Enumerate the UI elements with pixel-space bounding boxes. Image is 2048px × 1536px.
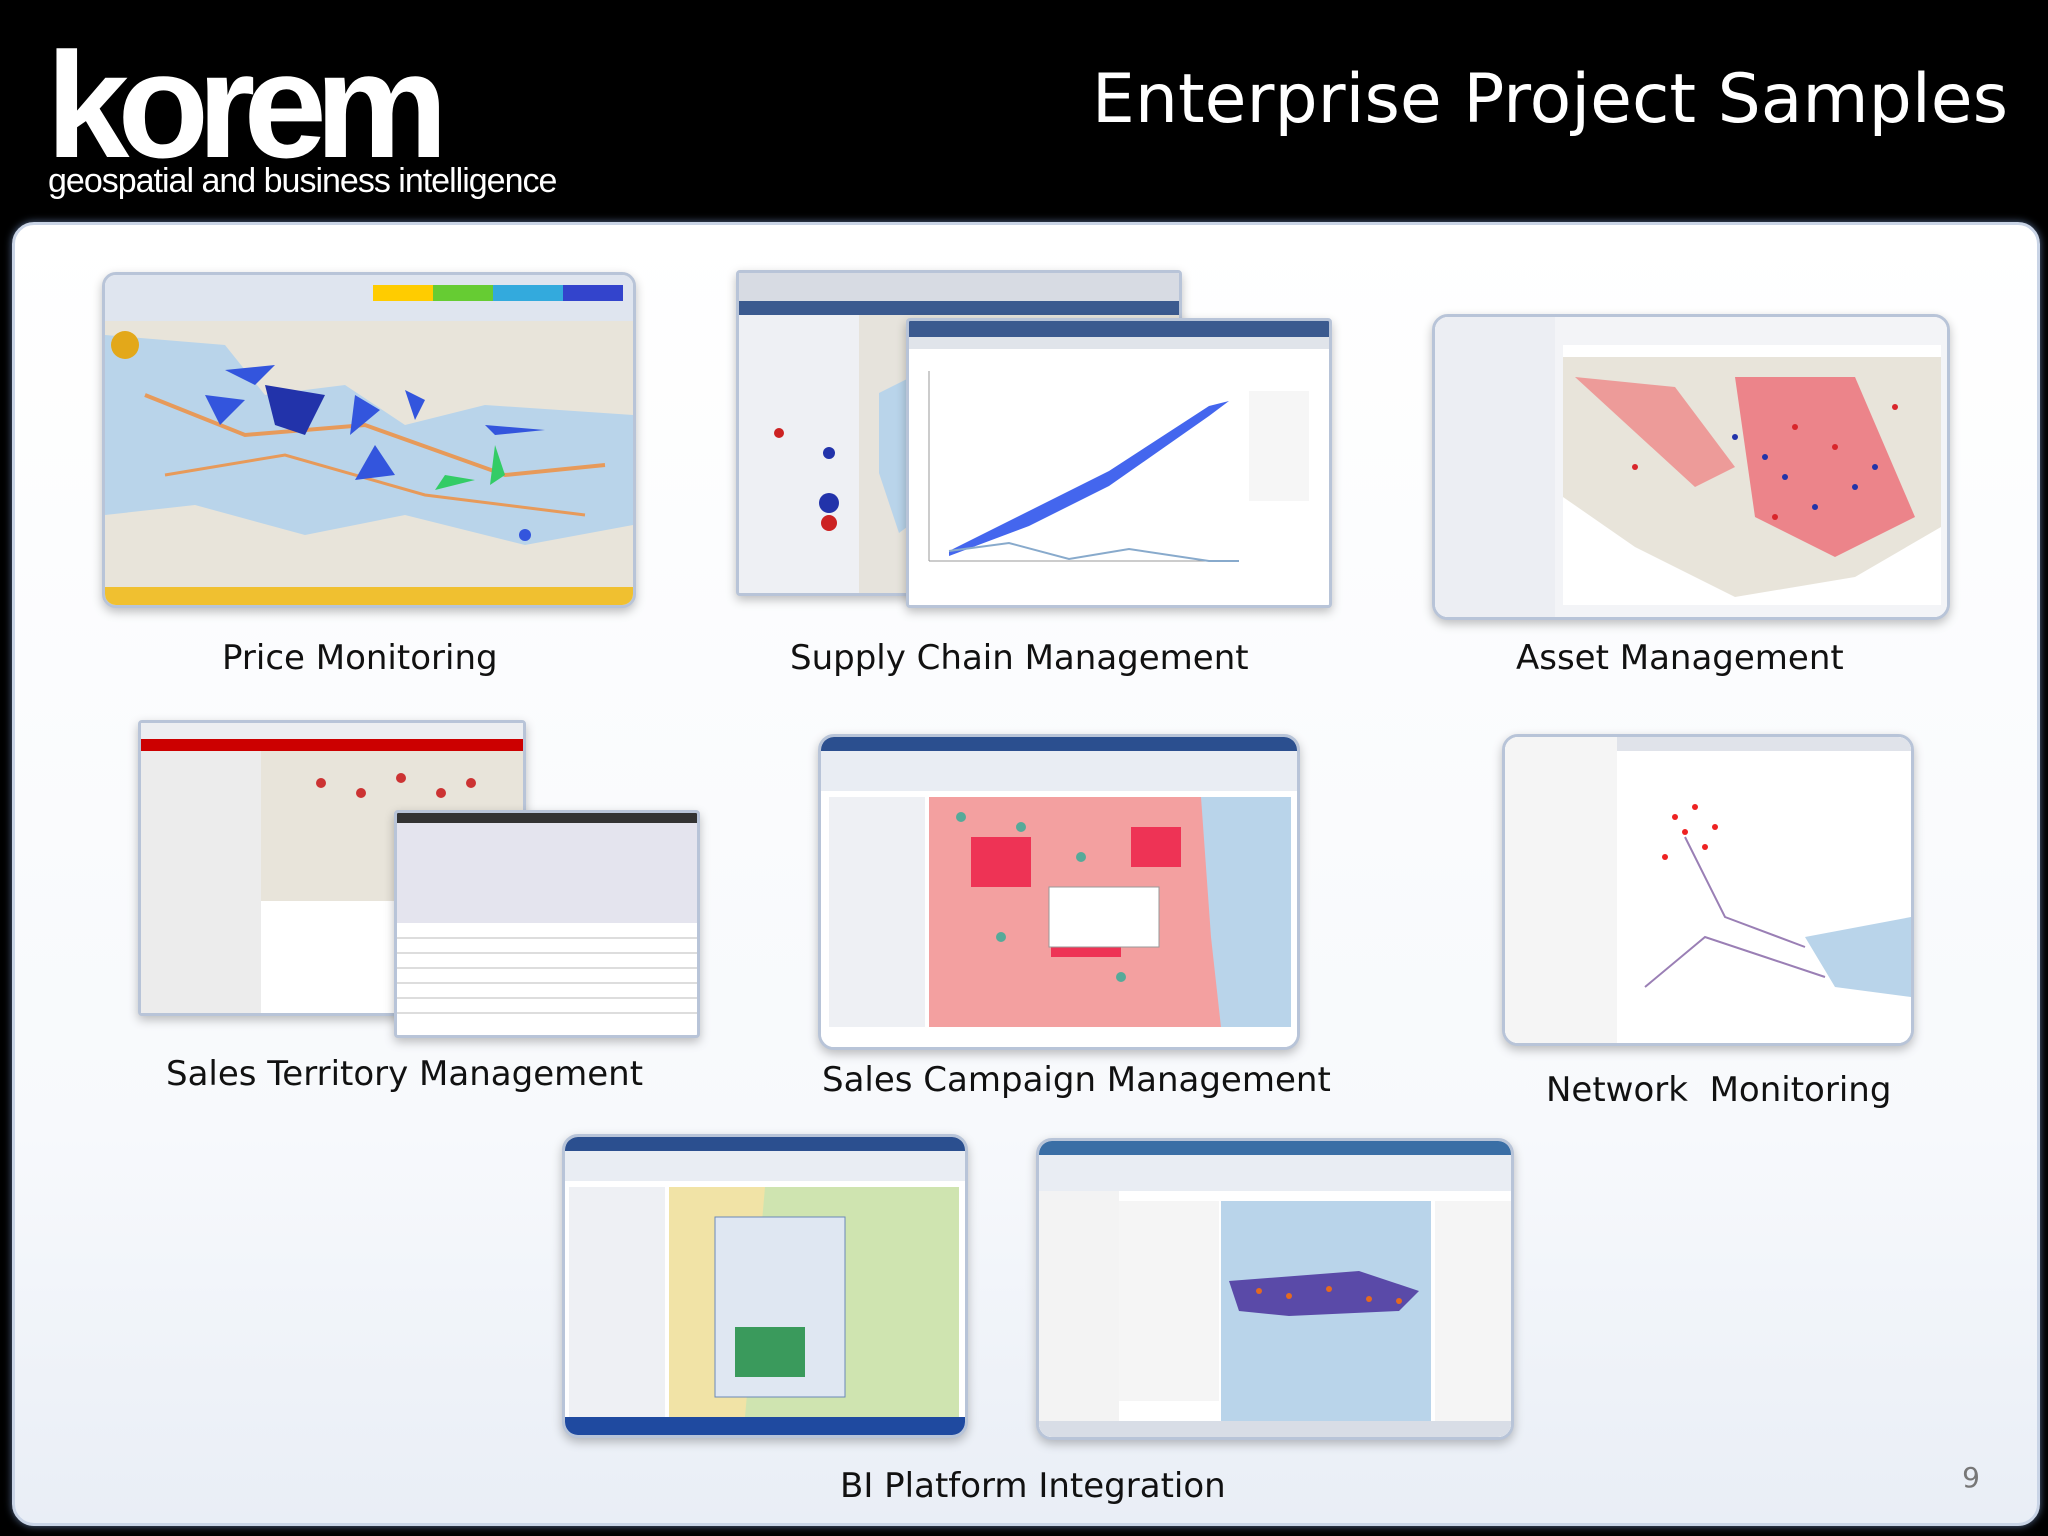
supply-chain-screenshot	[736, 270, 1332, 610]
bi-portal-screenshot	[1036, 1138, 1514, 1440]
bi-platform-caption: BI Platform Integration	[840, 1466, 1226, 1506]
price-monitoring-caption: Price Monitoring	[222, 638, 498, 678]
page-number: 9	[1962, 1461, 1980, 1494]
supply-chain-caption: Supply Chain Management	[790, 638, 1249, 678]
logo-tagline: geospatial and business intelligence	[48, 162, 557, 200]
slide-header: korem geospatial and business intelligen…	[0, 0, 2048, 222]
sales-territory-screenshot	[138, 720, 700, 1040]
bi-cognos-screenshot	[562, 1134, 968, 1438]
sales-campaign-caption: Sales Campaign Management	[822, 1060, 1331, 1100]
asset-management-caption: Asset Management	[1516, 638, 1844, 678]
korem-logo: korem	[46, 21, 448, 189]
sales-territory-caption: Sales Territory Management	[166, 1054, 644, 1094]
asset-management-screenshot	[1432, 314, 1950, 620]
price-monitoring-screenshot	[102, 272, 636, 608]
slide-title: Enterprise Project Samples	[1091, 60, 2008, 139]
sales-territory-table-window	[394, 810, 700, 1038]
sales-campaign-screenshot	[818, 734, 1300, 1050]
network-monitoring-caption: Network Monitoring	[1546, 1070, 1892, 1110]
supply-chain-chart-window	[906, 318, 1332, 608]
network-monitoring-screenshot	[1502, 734, 1914, 1046]
